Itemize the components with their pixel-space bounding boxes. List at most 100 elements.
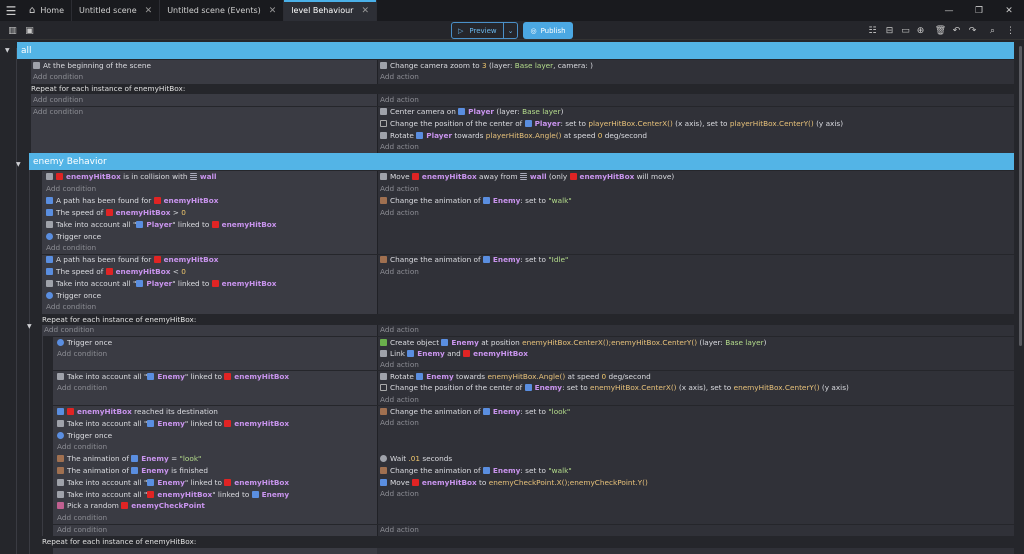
search-icon[interactable]: ⌕ <box>986 24 999 37</box>
condition-reached-destination[interactable]: enemyHitBox reached its destination <box>57 406 218 418</box>
group-all[interactable]: all <box>17 42 1014 59</box>
collapse-arrow-icon[interactable]: ▼ <box>16 161 21 168</box>
add-condition-link[interactable]: Add condition <box>57 348 107 360</box>
undo-icon[interactable]: ↶ <box>950 24 963 37</box>
action-change-position[interactable]: Change the position of the center of Pla… <box>380 118 843 130</box>
condition-linked[interactable]: Take into account all " Enemy" linked to … <box>57 477 289 489</box>
add-action-link[interactable]: Add action <box>380 207 419 219</box>
enemy-object-icon <box>482 467 490 474</box>
add-subevent-icon[interactable]: ⊟ <box>883 24 896 37</box>
enemyhitbox-object-icon <box>105 209 113 216</box>
condition-animation-name[interactable]: The animation of Enemy = "look" <box>57 453 201 465</box>
enemyhitbox-object-icon <box>147 491 155 498</box>
object-panel-icon[interactable]: ▣ <box>23 24 36 37</box>
add-action-link[interactable]: Add action <box>380 359 419 371</box>
add-event-icon[interactable]: ☷ <box>866 24 879 37</box>
action-change-animation[interactable]: Change the animation of Enemy: set to "w… <box>380 195 572 207</box>
add-action-link[interactable]: Add action <box>380 141 419 153</box>
add-condition-link[interactable]: Add condition <box>46 301 96 313</box>
condition-linked[interactable]: Take into account all " Player" linked to… <box>46 219 277 231</box>
add-action-link[interactable]: Add action <box>380 71 419 83</box>
divider <box>377 453 378 524</box>
condition-path-found[interactable]: A path has been found for enemyHitBox <box>46 195 218 207</box>
add-condition-link[interactable]: Add condition <box>33 71 83 83</box>
action-rotate[interactable]: Rotate Player towards playerHitBox.Angle… <box>380 130 647 142</box>
redo-icon[interactable]: ↷ <box>966 24 979 37</box>
maximize-icon[interactable]: ❐ <box>964 0 994 21</box>
add-condition-link[interactable]: Add condition <box>46 183 96 195</box>
more-options-icon[interactable]: ⋮ <box>1004 24 1017 37</box>
condition-pick-random[interactable]: Pick a random enemyCheckPoint <box>57 500 205 512</box>
tab-level-behaviour[interactable]: level Behaviour ✕ <box>284 0 378 21</box>
publish-button[interactable]: ◎ Publish <box>523 22 573 39</box>
add-condition-link[interactable]: Add condition <box>46 242 96 254</box>
add-action-link[interactable]: Add action <box>380 524 419 536</box>
group-all-label: all <box>21 45 32 56</box>
link-icon <box>46 280 53 287</box>
condition-speed[interactable]: The speed of enemyHitBox < 0 <box>46 266 186 278</box>
group-enemy-behavior[interactable]: enemy Behavior <box>29 153 1014 170</box>
animation-icon <box>380 408 387 415</box>
divider <box>377 525 378 536</box>
close-icon[interactable]: ✕ <box>145 6 153 16</box>
enemycheckpoint-object-icon <box>121 502 129 509</box>
action-change-animation[interactable]: Change the animation of Enemy: set to "w… <box>380 465 572 477</box>
animation-icon <box>380 467 387 474</box>
add-condition-link[interactable]: Add condition <box>33 106 83 118</box>
condition-speed[interactable]: The speed of enemyHitBox > 0 <box>46 207 186 219</box>
tab-untitled-scene[interactable]: Untitled scene ✕ <box>72 0 161 21</box>
condition-linked[interactable]: Take into account all " Player" linked to… <box>46 278 277 290</box>
add-action-link[interactable]: Add action <box>380 324 419 336</box>
animation-icon <box>380 256 387 263</box>
collapse-arrow-icon[interactable]: ▼ <box>5 47 10 54</box>
close-icon[interactable]: ✕ <box>269 6 277 16</box>
tab-untitled-scene-events[interactable]: Untitled scene (Events) ✕ <box>160 0 285 21</box>
add-action-link[interactable]: Add action <box>380 488 419 500</box>
link-icon <box>380 350 387 357</box>
add-action-link[interactable]: Add action <box>380 183 419 195</box>
rotate-icon <box>380 373 387 380</box>
enemyhitbox-object-icon <box>224 420 232 427</box>
add-action-link[interactable]: Add action <box>380 266 419 278</box>
enemyhitbox-object-icon <box>211 221 219 228</box>
minimize-icon[interactable]: — <box>934 0 964 21</box>
action-change-position[interactable]: Change the position of the center of Ene… <box>380 382 849 394</box>
add-condition-link[interactable]: Add condition <box>57 524 107 536</box>
hamburger-menu-icon[interactable]: ☰ <box>0 0 22 21</box>
condition-linked[interactable]: Take into account all " Enemy" linked to … <box>57 418 289 430</box>
enemyhitbox-object-icon <box>153 197 161 204</box>
action-center-camera[interactable]: Center camera on Player (layer: Base lay… <box>380 106 563 118</box>
repeat-header[interactable]: Repeat for each instance of enemyHitBox: <box>42 536 196 547</box>
divider <box>377 171 378 195</box>
trigger-once-icon <box>57 339 64 346</box>
delete-icon[interactable]: 🗑 <box>934 24 947 37</box>
vertical-scrollbar[interactable] <box>1019 46 1022 346</box>
condition-path-found[interactable]: A path has been found for enemyHitBox <box>46 254 218 266</box>
add-icon[interactable]: ⊕ <box>914 24 927 37</box>
chevron-down-icon[interactable]: ⌄ <box>503 23 517 38</box>
collapse-arrow-icon[interactable]: ▼ <box>27 323 32 330</box>
action-move-to[interactable]: Move enemyHitBox to enemyCheckPoint.X();… <box>380 477 648 489</box>
add-action-link[interactable]: Add action <box>380 94 419 106</box>
add-condition-link[interactable]: Add condition <box>57 382 107 394</box>
close-icon[interactable]: ✕ <box>361 6 369 16</box>
window-close-icon[interactable]: ✕ <box>994 0 1024 21</box>
add-condition-link[interactable]: Add condition <box>44 324 94 336</box>
add-condition-link[interactable]: Add condition <box>57 512 107 524</box>
action-change-animation[interactable]: Change the animation of Enemy: set to "I… <box>380 254 568 266</box>
add-action-link[interactable]: Add action <box>380 394 419 406</box>
add-comment-icon[interactable]: ▭ <box>899 24 912 37</box>
preview-button[interactable]: ▷ Preview ⌄ <box>451 22 518 39</box>
add-condition-link[interactable]: Add condition <box>33 94 83 106</box>
add-action-link[interactable]: Add action <box>380 417 419 429</box>
action-wait[interactable]: Wait .01 seconds <box>380 453 452 465</box>
project-manager-icon[interactable]: ▥ <box>6 24 19 37</box>
tab-home[interactable]: ⌂ Home <box>22 0 72 21</box>
repeat-header[interactable]: Repeat for each instance of enemyHitBox: <box>31 83 185 94</box>
conditions-block[interactable] <box>53 548 377 554</box>
condition-collision[interactable]: enemyHitBox is in collision with wall <box>46 171 217 183</box>
enemy-object-icon <box>482 408 490 415</box>
condition-animation-finished[interactable]: The animation of Enemy is finished <box>57 465 208 477</box>
action-separate[interactable]: Move enemyHitBox away from wall (only en… <box>380 171 674 183</box>
add-condition-link[interactable]: Add condition <box>57 441 107 453</box>
